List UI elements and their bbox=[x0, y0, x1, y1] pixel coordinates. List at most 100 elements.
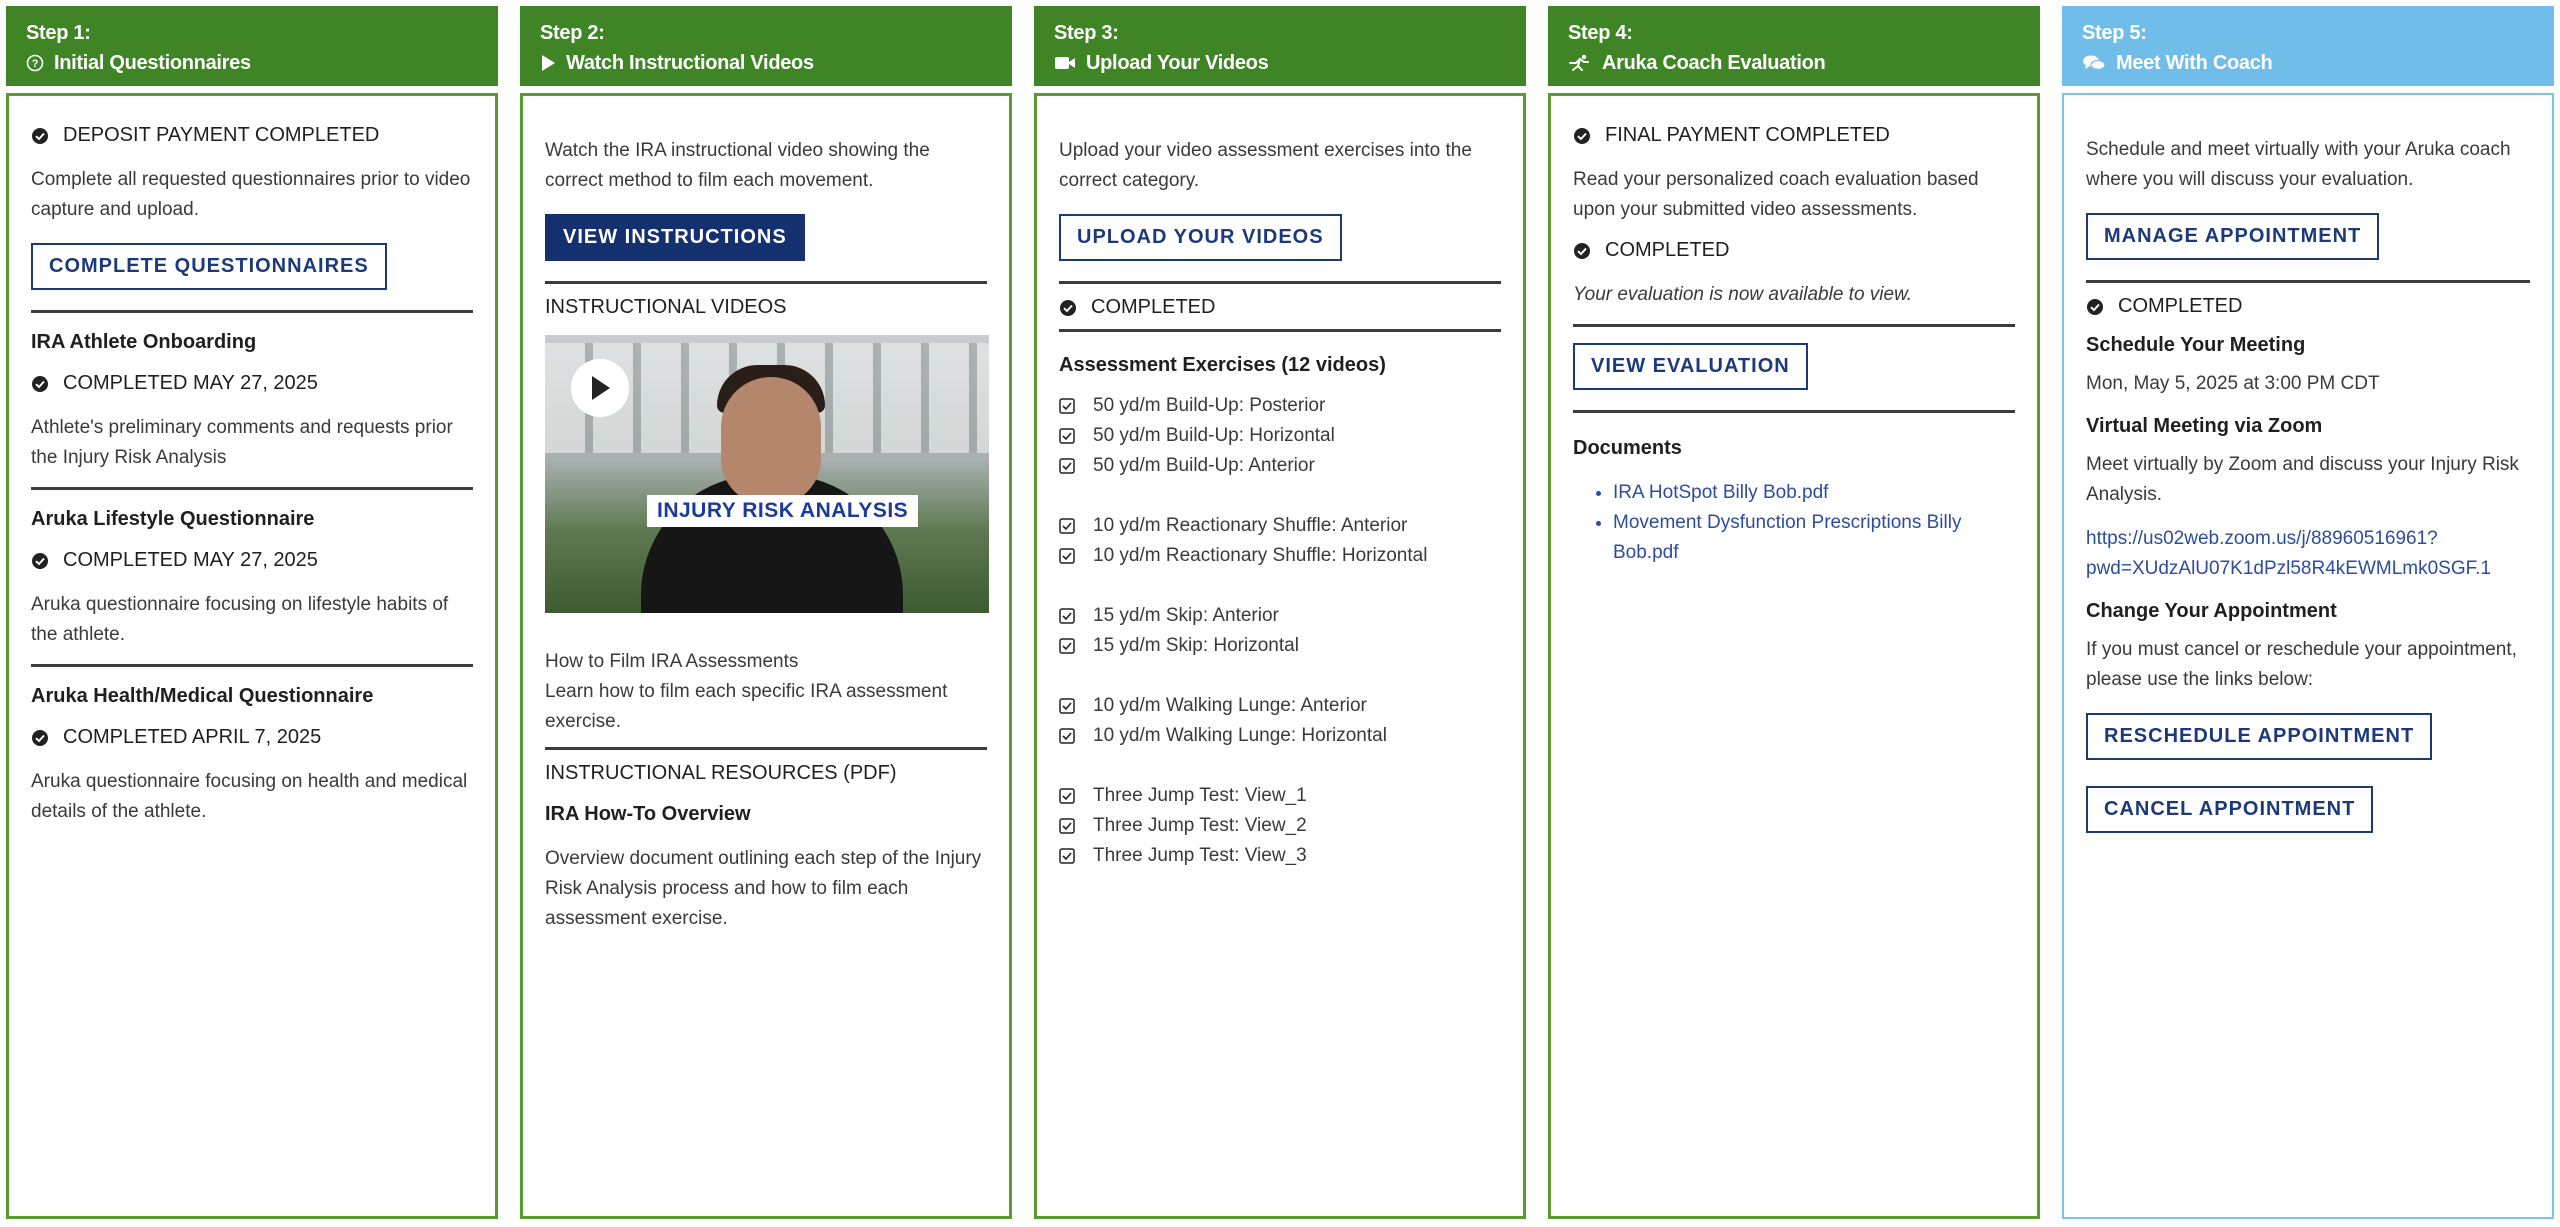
checkbox-checked-icon bbox=[1059, 638, 1075, 654]
view-evaluation-button[interactable]: VIEW EVALUATION bbox=[1573, 343, 1808, 390]
svg-text:?: ? bbox=[32, 58, 39, 70]
check-circle-icon bbox=[1060, 299, 1076, 316]
step-3-intro: Upload your video assessment exercises i… bbox=[1059, 140, 1472, 191]
check-circle-icon bbox=[32, 127, 48, 144]
step-3-body: Upload your video assessment exercises i… bbox=[1034, 93, 1526, 1219]
question-circle-icon: ? bbox=[26, 54, 44, 72]
questionnaire-status-text: COMPLETED APRIL 7, 2025 bbox=[63, 726, 322, 748]
document-link[interactable]: IRA HotSpot Billy Bob.pdf bbox=[1613, 478, 2015, 508]
step-2-number: Step 2: bbox=[540, 22, 605, 44]
evaluation-status-text: COMPLETED bbox=[1605, 239, 1730, 261]
exercise-item[interactable]: 50 yd/m Build-Up: Posterior bbox=[1059, 391, 1501, 421]
exercise-item[interactable]: Three Jump Test: View_2 bbox=[1059, 811, 1501, 841]
view-instructions-button[interactable]: VIEW INSTRUCTIONS bbox=[545, 214, 805, 261]
questionnaire-title: Aruka Health/Medical Questionnaire bbox=[31, 685, 374, 707]
video-description: Learn how to film each specific IRA asse… bbox=[545, 681, 948, 732]
divider bbox=[1059, 281, 1501, 284]
checkbox-checked-icon bbox=[1059, 518, 1075, 534]
step-1-title: Initial Questionnaires bbox=[54, 52, 251, 74]
questionnaire-desc: Aruka questionnaire focusing on health a… bbox=[31, 771, 468, 822]
exercise-item[interactable]: 15 yd/m Skip: Anterior bbox=[1059, 601, 1501, 631]
resource-title: IRA How-To Overview bbox=[545, 803, 751, 825]
resource-description: Overview document outlining each step of… bbox=[545, 848, 982, 929]
divider bbox=[2086, 280, 2530, 283]
meeting-status-text: COMPLETED bbox=[2118, 295, 2243, 317]
exercise-label: 10 yd/m Walking Lunge: Anterior bbox=[1093, 695, 1367, 716]
divider bbox=[31, 310, 473, 313]
video-play-button[interactable] bbox=[571, 359, 629, 417]
exercise-label: 10 yd/m Reactionary Shuffle: Horizontal bbox=[1093, 545, 1428, 566]
exercise-label: Three Jump Test: View_3 bbox=[1093, 845, 1307, 866]
instructional-videos-heading: INSTRUCTIONAL VIDEOS bbox=[545, 296, 787, 318]
checkbox-checked-icon bbox=[1059, 458, 1075, 474]
divider bbox=[1573, 410, 2015, 413]
step-2-title: Watch Instructional Videos bbox=[566, 52, 814, 74]
exercise-list: 50 yd/m Build-Up: Posterior 50 yd/m Buil… bbox=[1059, 391, 1501, 871]
questionnaire-status-text: COMPLETED MAY 27, 2025 bbox=[63, 372, 318, 394]
schedule-heading: Schedule Your Meeting bbox=[2086, 334, 2306, 356]
exercise-item[interactable]: Three Jump Test: View_1 bbox=[1059, 781, 1501, 811]
change-appointment-heading: Change Your Appointment bbox=[2086, 600, 2337, 622]
upload-status-text: COMPLETED bbox=[1091, 296, 1216, 318]
exercise-label: 15 yd/m Skip: Anterior bbox=[1093, 605, 1279, 626]
check-circle-icon bbox=[32, 552, 48, 569]
questionnaire-title: IRA Athlete Onboarding bbox=[31, 331, 257, 353]
step-5-body: Schedule and meet virtually with your Ar… bbox=[2062, 93, 2554, 1219]
exercise-label: 10 yd/m Walking Lunge: Horizontal bbox=[1093, 725, 1387, 746]
questionnaire-title: Aruka Lifestyle Questionnaire bbox=[31, 508, 315, 530]
deposit-status: DEPOSIT PAYMENT COMPLETED bbox=[31, 124, 473, 147]
divider bbox=[545, 281, 987, 284]
step-1-column: Step 1: ? Initial Questionnaires DEPOSIT… bbox=[6, 6, 498, 1219]
step-4-column: Step 4: Aruka Coach Evaluation FINAL PAY… bbox=[1548, 6, 2040, 1219]
exercise-item[interactable]: 15 yd/m Skip: Horizontal bbox=[1059, 631, 1501, 661]
checkbox-checked-icon bbox=[1059, 608, 1075, 624]
step-5-title: Meet With Coach bbox=[2116, 52, 2273, 74]
step-2-column: Step 2: Watch Instructional Videos Watch… bbox=[520, 6, 1012, 1219]
exercise-label: 50 yd/m Build-Up: Posterior bbox=[1093, 395, 1326, 416]
exercises-heading: Assessment Exercises (12 videos) bbox=[1059, 354, 1386, 376]
complete-questionnaires-button[interactable]: COMPLETE QUESTIONNAIRES bbox=[31, 243, 387, 290]
exercise-item[interactable]: 50 yd/m Build-Up: Horizontal bbox=[1059, 421, 1501, 451]
reschedule-appointment-button[interactable]: RESCHEDULE APPOINTMENT bbox=[2086, 713, 2433, 760]
step-5-number: Step 5: bbox=[2082, 22, 2147, 44]
zoom-meeting-link[interactable]: https://us02web.zoom.us/j/88960516961? p… bbox=[2086, 524, 2530, 584]
questionnaire-status-text: COMPLETED MAY 27, 2025 bbox=[63, 549, 318, 571]
steps-board: Step 1: ? Initial Questionnaires DEPOSIT… bbox=[0, 0, 2560, 1227]
step-5-column: Step 5: Meet With Coach Schedule and mee… bbox=[2062, 6, 2554, 1219]
step-1-number: Step 1: bbox=[26, 22, 91, 44]
step-3-title: Upload Your Videos bbox=[1086, 52, 1269, 74]
exercise-label: 50 yd/m Build-Up: Horizontal bbox=[1093, 425, 1335, 446]
step-5-header: Step 5: Meet With Coach bbox=[2062, 6, 2554, 86]
change-appointment-description: If you must cancel or reschedule your ap… bbox=[2086, 639, 2517, 690]
exercise-item[interactable]: 10 yd/m Reactionary Shuffle: Anterior bbox=[1059, 511, 1501, 541]
schedule-value: Mon, May 5, 2025 at 3:00 PM CDT bbox=[2086, 373, 2380, 394]
upload-videos-button[interactable]: UPLOAD YOUR VIDEOS bbox=[1059, 214, 1342, 261]
step-4-intro: Read your personalized coach evaluation … bbox=[1573, 169, 1979, 220]
cancel-appointment-button[interactable]: CANCEL APPOINTMENT bbox=[2086, 786, 2374, 833]
exercise-item[interactable]: Three Jump Test: View_3 bbox=[1059, 841, 1501, 871]
check-circle-icon bbox=[1574, 127, 1590, 144]
exercise-item[interactable]: 10 yd/m Reactionary Shuffle: Horizontal bbox=[1059, 541, 1501, 571]
document-link[interactable]: Movement Dysfunction Prescriptions Billy… bbox=[1613, 508, 2015, 568]
step-1-intro: Complete all requested questionnaires pr… bbox=[31, 169, 471, 220]
documents-heading: Documents bbox=[1573, 437, 1682, 459]
exercise-item[interactable]: 10 yd/m Walking Lunge: Horizontal bbox=[1059, 721, 1501, 751]
step-4-header: Step 4: Aruka Coach Evaluation bbox=[1548, 6, 2040, 86]
deposit-status-text: DEPOSIT PAYMENT COMPLETED bbox=[63, 124, 380, 146]
instructional-video-thumbnail[interactable]: INJURY RISK ANALYSIS bbox=[545, 335, 989, 613]
divider bbox=[1059, 329, 1501, 332]
step-2-header: Step 2: Watch Instructional Videos bbox=[520, 6, 1012, 86]
step-3-column: Step 3: Upload Your Videos Upload your v… bbox=[1034, 6, 1526, 1219]
exercise-label: 50 yd/m Build-Up: Anterior bbox=[1093, 455, 1315, 476]
exercise-item[interactable]: 10 yd/m Walking Lunge: Anterior bbox=[1059, 691, 1501, 721]
step-2-body: Watch the IRA instructional video showin… bbox=[520, 93, 1012, 1219]
step-4-number: Step 4: bbox=[1568, 22, 1633, 44]
divider bbox=[545, 747, 987, 750]
exercise-item[interactable]: 50 yd/m Build-Up: Anterior bbox=[1059, 451, 1501, 481]
manage-appointment-button[interactable]: MANAGE APPOINTMENT bbox=[2086, 213, 2380, 260]
documents-list: IRA HotSpot Billy Bob.pdf Movement Dysfu… bbox=[1573, 478, 2015, 568]
instructional-resources-heading: INSTRUCTIONAL RESOURCES (PDF) bbox=[545, 762, 897, 784]
questionnaire-desc: Aruka questionnaire focusing on lifestyl… bbox=[31, 594, 449, 645]
check-circle-icon bbox=[32, 729, 48, 746]
questionnaire-status: COMPLETED APRIL 7, 2025 bbox=[31, 726, 473, 749]
